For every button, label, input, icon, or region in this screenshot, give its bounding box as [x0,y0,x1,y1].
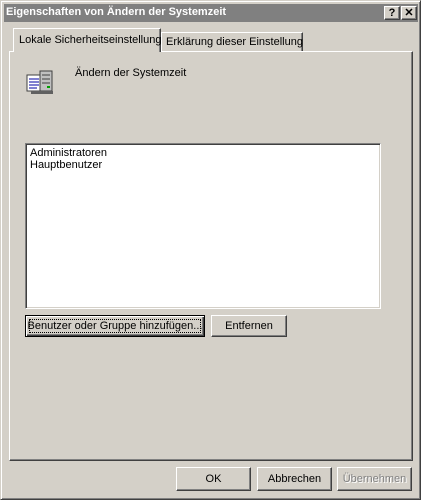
security-policy-icon [25,69,57,97]
title-bar[interactable]: Eigenschaften von Ändern der Systemzeit … [4,4,418,22]
list-item[interactable]: Hauptbenutzer [30,159,376,171]
cancel-button[interactable]: Abbrechen [257,467,332,491]
remove-button[interactable]: Entfernen [211,315,287,337]
add-button-label: Benutzer oder Gruppe hinzufügen... [27,320,203,332]
close-button[interactable]: ✕ [401,6,417,20]
tab-explain-setting[interactable]: Erklärung dieser Einstellung [161,32,303,51]
tab-local-security-setting[interactable]: Lokale Sicherheitseinstellung [13,28,161,52]
help-button[interactable]: ? [384,6,400,20]
properties-dialog: Eigenschaften von Ändern der Systemzeit … [0,0,421,500]
window-title: Eigenschaften von Ändern der Systemzeit [6,6,227,18]
add-user-or-group-button[interactable]: Benutzer oder Gruppe hinzufügen... [25,315,205,337]
apply-button[interactable]: Übernehmen [337,467,412,491]
policy-name: Ändern der Systemzeit [75,67,187,79]
list-item[interactable]: Administratoren [30,147,376,159]
members-listbox[interactable]: Administratoren Hauptbenutzer [25,143,381,309]
ok-button[interactable]: OK [176,467,251,491]
